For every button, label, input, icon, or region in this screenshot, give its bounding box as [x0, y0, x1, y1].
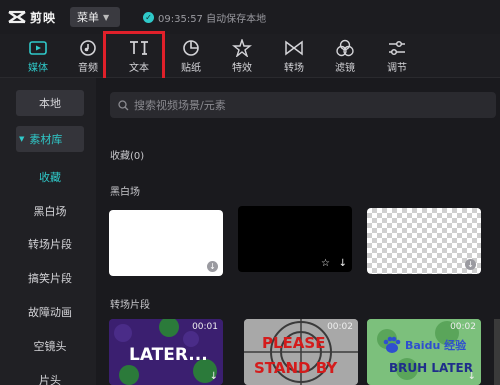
sidebar-item-label: 空镜头: [33, 340, 67, 353]
sidebar-item-label: 素材库: [29, 133, 63, 146]
tab-sticker[interactable]: 贴纸: [168, 34, 214, 78]
download-icon[interactable]: ↓: [210, 371, 218, 382]
title-bar: 剪映 菜单 ▼ ✓ 09:35:57 自动保存本地: [0, 0, 500, 34]
adjust-icon: [389, 40, 405, 56]
tab-label: 贴纸: [181, 63, 201, 74]
sidebar-item-local[interactable]: 本地: [16, 90, 84, 116]
tab-label: 特效: [232, 63, 252, 74]
sidebar-item-glitch[interactable]: 故障动画: [16, 299, 84, 325]
transition-icon: [285, 40, 303, 56]
paw-icon: [383, 336, 401, 353]
sidebar-item-label: 转场片段: [28, 238, 72, 251]
sidebar: 本地 ▼ 素材库 收藏 黑白场 转场片段 搞笑片段 故障动画 空镜头 片头: [0, 78, 96, 385]
autosave-text: 09:35:57 自动保存本地: [158, 14, 267, 25]
clip-duration: 00:01: [192, 322, 218, 332]
clip-title: PLEASE: [262, 334, 326, 352]
sidebar-item-label: 搞笑片段: [28, 272, 72, 285]
sticker-icon: [183, 40, 199, 56]
app-name: 剪映: [30, 10, 57, 25]
section-title-favorites: 收藏(0): [110, 151, 145, 162]
sidebar-item-label: 故障动画: [28, 306, 72, 319]
download-icon[interactable]: ↓: [468, 371, 476, 382]
search-icon: [118, 99, 129, 110]
caret-down-icon: ▼: [19, 135, 25, 143]
tab-media[interactable]: 媒体: [15, 34, 61, 78]
filter-icon: [336, 39, 354, 57]
download-icon[interactable]: ↓: [207, 261, 218, 272]
tab-effects[interactable]: 特效: [219, 34, 265, 78]
tab-filter[interactable]: 滤镜: [322, 34, 368, 78]
sidebar-item-funny-clips[interactable]: 搞笑片段: [16, 265, 84, 291]
star-icon[interactable]: ☆: [321, 258, 330, 269]
sidebar-item-label: 本地: [39, 97, 61, 110]
clip-duration: 00:02: [327, 322, 353, 332]
tab-label: 调节: [387, 63, 407, 74]
menu-button[interactable]: 菜单 ▼: [70, 7, 120, 27]
download-icon[interactable]: ↓: [465, 259, 476, 270]
clip-title: LATER...: [129, 345, 208, 365]
next-card-edge: [494, 319, 500, 385]
autosave-status: ✓ 09:35:57 自动保存本地: [143, 10, 266, 25]
clip-card-white[interactable]: ↓: [109, 210, 223, 276]
sidebar-item-black-white[interactable]: 黑白场: [16, 198, 84, 224]
clip-duration: 00:02: [450, 322, 476, 332]
sidebar-item-favorites[interactable]: 收藏: [16, 164, 84, 190]
audio-icon: [80, 40, 96, 56]
sidebar-item-empty-shot[interactable]: 空镜头: [16, 333, 84, 359]
app-logo: 剪映: [8, 8, 56, 26]
menu-label: 菜单: [77, 11, 99, 24]
effects-icon: [232, 39, 252, 57]
sidebar-item-transition-clips[interactable]: 转场片段: [16, 231, 84, 257]
clip-title: BRUH LATER: [389, 361, 473, 375]
media-icon: [29, 41, 47, 55]
toolbar-tabs: 媒体 音频 文本 贴纸 特效 转场 滤镜 调节: [0, 34, 500, 78]
tab-label: 转场: [284, 63, 304, 74]
download-icon[interactable]: ↓: [339, 258, 347, 269]
material-panel: 收藏(0) 黑白场 ↓ ☆ ↓ ↓ 转场片段 LATER... 00:01 ↓: [96, 78, 500, 385]
search-bar: [110, 92, 496, 118]
clip-card-black[interactable]: ☆ ↓: [238, 206, 352, 272]
tab-adjust[interactable]: 调节: [374, 34, 420, 78]
watermark-text: Baidu 经验: [405, 339, 467, 352]
capcut-logo-icon: [8, 10, 26, 24]
clip-card-transparent[interactable]: ↓: [367, 208, 481, 274]
tab-label: 媒体: [28, 63, 48, 74]
tab-label: 滤镜: [335, 63, 355, 74]
sidebar-item-intro[interactable]: 片头: [16, 367, 84, 385]
clip-card-later[interactable]: LATER... 00:01 ↓: [109, 319, 223, 385]
highlight-box: [103, 31, 165, 81]
section-title-black-white: 黑白场: [110, 187, 140, 198]
checkmark-icon: ✓: [143, 12, 154, 23]
sidebar-item-library[interactable]: ▼ 素材库: [16, 126, 84, 152]
clip-subtitle: STAND BY: [254, 359, 338, 377]
sidebar-item-label: 片头: [39, 374, 61, 385]
tab-transition[interactable]: 转场: [271, 34, 317, 78]
chevron-down-icon: ▼: [103, 12, 110, 22]
sidebar-item-label: 收藏: [39, 171, 61, 184]
search-input[interactable]: [134, 98, 474, 112]
sidebar-item-label: 黑白场: [33, 205, 67, 218]
baidu-watermark: Baidu 经验: [382, 336, 466, 354]
section-title-transition-clips: 转场片段: [110, 300, 150, 311]
clip-card-please-stand-by[interactable]: PLEASE STAND BY 00:02: [244, 319, 358, 385]
